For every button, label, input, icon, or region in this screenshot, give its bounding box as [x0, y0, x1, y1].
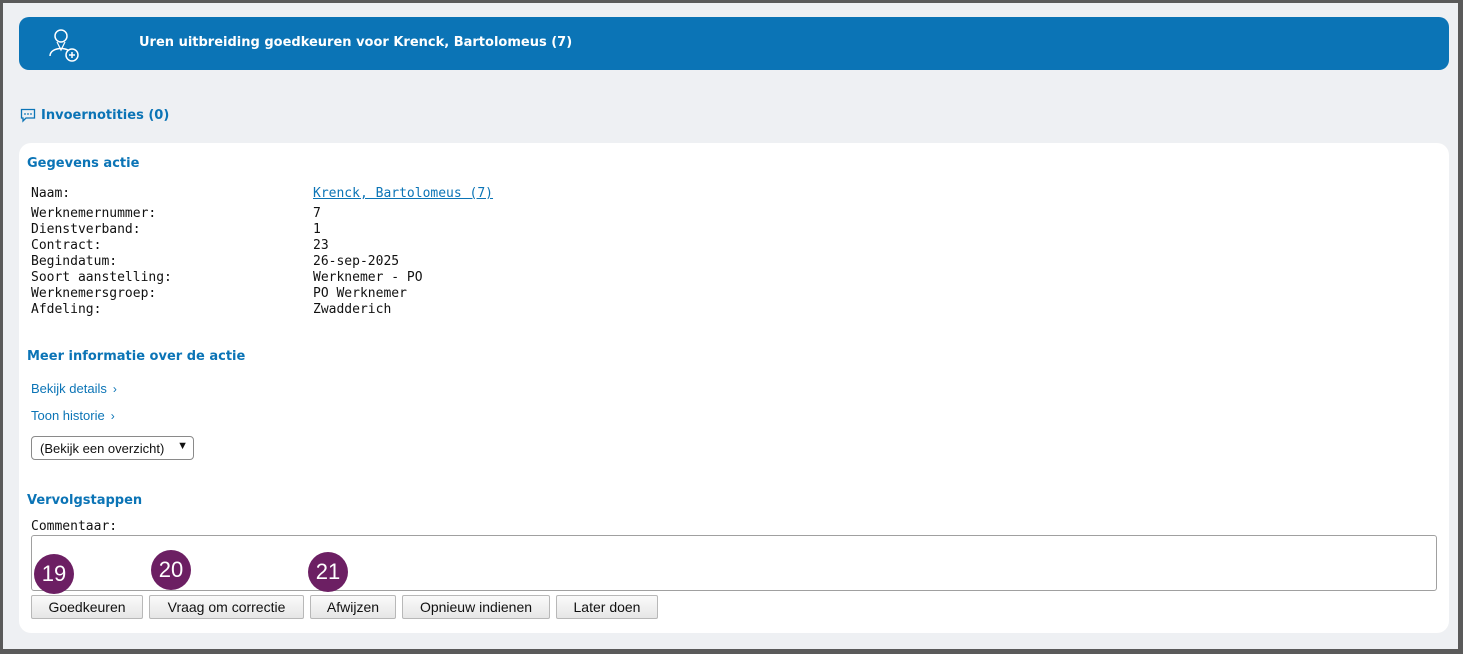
chat-icon — [20, 108, 36, 123]
employee-link[interactable]: Krenck, Bartolomeus (7) — [313, 186, 493, 202]
later-button[interactable]: Later doen — [556, 595, 658, 619]
chevron-right-icon: › — [110, 408, 115, 423]
callout-badge: 19 — [34, 554, 74, 594]
show-history-label: Toon historie — [31, 408, 105, 423]
chevron-right-icon: › — [112, 381, 117, 396]
callout-badge: 21 — [308, 552, 348, 592]
view-details-label: Bekijk details — [31, 381, 107, 396]
detail-label: Afdeling: — [31, 302, 102, 317]
comment-textarea[interactable] — [31, 535, 1437, 591]
detail-label: Naam: — [31, 186, 71, 201]
detail-value: 26-sep-2025 — [313, 254, 400, 269]
detail-value: 23 — [313, 238, 329, 253]
detail-label: Soort aanstelling: — [31, 270, 172, 285]
approve-button[interactable]: Goedkeuren — [31, 595, 143, 619]
app-window: Uren uitbreiding goedkeuren voor Krenck,… — [3, 3, 1458, 649]
detail-label: Contract: — [31, 238, 102, 253]
detail-label: Werknemersgroep: — [31, 286, 157, 301]
show-history-link[interactable]: Toon historie › — [31, 408, 115, 423]
reject-button[interactable]: Afwijzen — [310, 595, 396, 619]
page-header: Uren uitbreiding goedkeuren voor Krenck,… — [19, 17, 1449, 70]
detail-value: Zwadderich — [313, 302, 392, 317]
detail-value: 1 — [313, 222, 321, 237]
page-title: Uren uitbreiding goedkeuren voor Krenck,… — [139, 35, 573, 50]
comment-label: Commentaar: — [31, 519, 118, 534]
detail-value: 7 — [313, 206, 321, 221]
details-section-title: Gegevens actie — [27, 156, 140, 171]
action-card: Gegevens actie Naam: Krenck, Bartolomeus… — [19, 143, 1449, 633]
overview-select[interactable]: (Bekijk een overzicht) ▼ — [31, 436, 194, 460]
action-buttons: Goedkeuren Vraag om correctie Afwijzen O… — [31, 595, 658, 619]
callout-badge: 20 — [151, 550, 191, 590]
detail-value: Werknemer - PO — [313, 270, 423, 285]
more-info-section-title: Meer informatie over de actie — [27, 349, 246, 364]
detail-value: PO Werknemer — [313, 286, 407, 301]
notes-link[interactable]: Invoernotities (0) — [20, 107, 169, 123]
overview-select-value: (Bekijk een overzicht) — [40, 441, 165, 456]
notes-label: Invoernotities (0) — [41, 107, 170, 123]
request-correction-button[interactable]: Vraag om correctie — [149, 595, 304, 619]
chevron-down-icon: ▼ — [177, 440, 188, 452]
next-steps-section-title: Vervolgstappen — [27, 493, 143, 508]
resubmit-button[interactable]: Opnieuw indienen — [402, 595, 550, 619]
detail-label: Dienstverband: — [31, 222, 141, 237]
detail-label: Begindatum: — [31, 254, 118, 269]
user-add-icon — [49, 29, 79, 62]
detail-label: Werknemernummer: — [31, 206, 157, 221]
view-details-link[interactable]: Bekijk details › — [31, 381, 117, 396]
